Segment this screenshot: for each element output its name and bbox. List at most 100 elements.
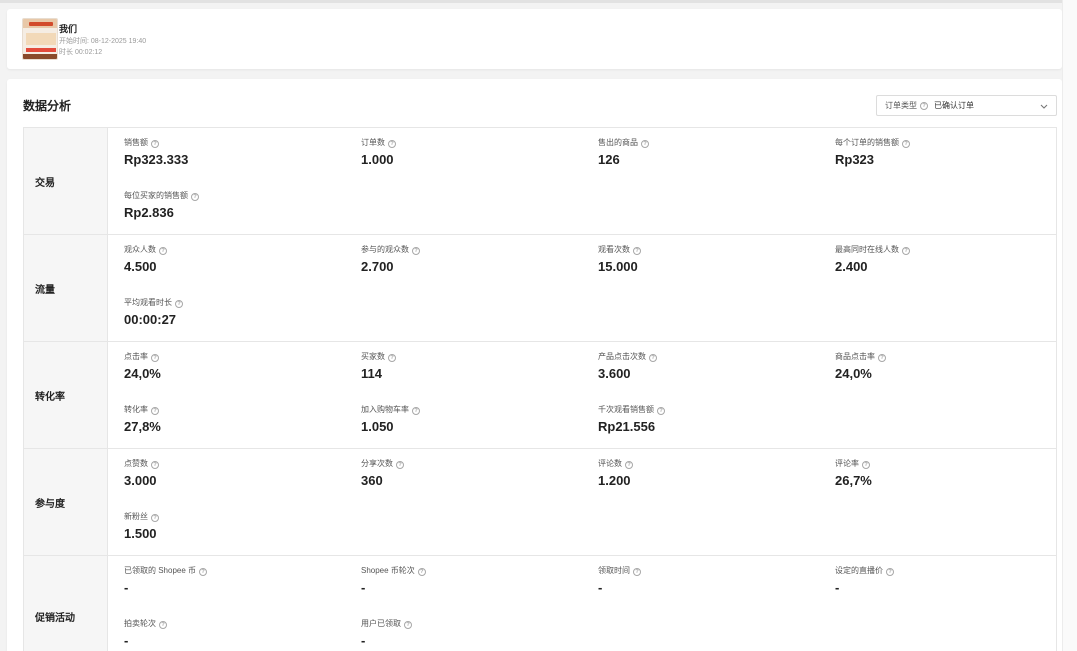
question-circle-icon[interactable]: ? xyxy=(151,354,159,362)
order-type-label: 订单类型 xyxy=(885,101,917,110)
metric-label: 分享次数 xyxy=(361,459,393,468)
metric-label: 售出的商品 xyxy=(598,138,638,147)
metric-label: 点击率 xyxy=(124,352,148,361)
question-circle-icon[interactable]: ? xyxy=(657,407,665,415)
question-circle-icon[interactable]: ? xyxy=(151,514,159,522)
metric-comments: 评论数? 1.200 xyxy=(598,458,818,488)
metric-value: - xyxy=(361,580,366,595)
question-circle-icon[interactable]: ? xyxy=(175,300,183,308)
question-circle-icon[interactable]: ? xyxy=(404,621,412,629)
question-circle-icon[interactable]: ? xyxy=(649,354,657,362)
metric-auction-rounds: 拍卖轮次? - xyxy=(124,618,344,648)
metric-product-clicks: 产品点击次数? 3.600 xyxy=(598,351,818,381)
question-circle-icon[interactable]: ? xyxy=(388,354,396,362)
question-circle-icon[interactable]: ? xyxy=(886,568,894,576)
question-circle-icon[interactable]: ? xyxy=(878,354,886,362)
section-transaction: 交易 销售额? Rp323.333 订单数? 1.000 售出的商品? 126 每个订… xyxy=(24,128,1056,235)
metric-label: 观众人数 xyxy=(124,245,156,254)
metric-coins-claimed: 已领取的 Shopee 币? - xyxy=(124,565,344,595)
section-label: 促销活动 xyxy=(24,556,108,651)
metric-label: 设定的直播价 xyxy=(835,566,883,575)
stream-title: 我们 xyxy=(59,24,78,34)
metric-label: 平均观看时长 xyxy=(124,298,172,307)
question-circle-icon[interactable]: ? xyxy=(633,568,641,576)
metric-value: 00:00:27 xyxy=(124,312,177,327)
question-circle-icon[interactable]: ? xyxy=(191,193,199,201)
question-circle-icon[interactable]: ? xyxy=(902,140,910,148)
metric-label: 转化率 xyxy=(124,405,148,414)
metric-label: 已领取的 Shopee 币 xyxy=(124,566,197,575)
metric-value: 2.700 xyxy=(361,259,394,274)
metric-peak-concurrent: 最高同时在线人数? 2.400 xyxy=(835,244,1055,274)
metric-label: 拍卖轮次 xyxy=(124,619,156,628)
metric-engaged-viewers: 参与的观众数? 2.700 xyxy=(361,244,581,274)
question-circle-icon[interactable]: ? xyxy=(633,247,641,255)
metric-comment-rate: 评论率? 26,7% xyxy=(835,458,1055,488)
metric-coin-rounds: Shopee 币轮次? - xyxy=(361,565,581,595)
metric-label: 加入购物车率 xyxy=(361,405,409,414)
section-label: 参与度 xyxy=(24,449,108,555)
metric-label: 参与的观众数 xyxy=(361,245,409,254)
metric-click-rate: 点击率? 24,0% xyxy=(124,351,344,381)
metric-orders: 订单数? 1.000 xyxy=(361,137,581,167)
metrics-table: 交易 销售额? Rp323.333 订单数? 1.000 售出的商品? 126 每个订… xyxy=(23,127,1057,651)
metric-value: 1.050 xyxy=(361,419,394,434)
metric-value: Rp323 xyxy=(835,152,875,167)
metric-label: 商品点击率 xyxy=(835,352,875,361)
question-circle-icon[interactable]: ? xyxy=(412,407,420,415)
metric-value: - xyxy=(835,580,840,595)
metric-value: Rp2.836 xyxy=(124,205,174,220)
metric-value: - xyxy=(124,580,129,595)
question-circle-icon[interactable]: ? xyxy=(641,140,649,148)
order-type-select[interactable]: 订单类型 ? 已确认订单 xyxy=(876,95,1057,116)
metric-sales-per-order: 每个订单的销售额? Rp323 xyxy=(835,137,1055,167)
metric-value: Rp21.556 xyxy=(598,419,656,434)
metric-claim-time: 领取时间? - xyxy=(598,565,818,595)
metric-new-followers: 新粉丝? 1.500 xyxy=(124,511,344,541)
metric-views: 观看次数? 15.000 xyxy=(598,244,818,274)
metric-label: 销售额 xyxy=(124,138,148,147)
order-type-value: 已确认订单 xyxy=(934,101,974,110)
stream-thumbnail[interactable] xyxy=(22,18,58,60)
question-circle-icon[interactable]: ? xyxy=(151,140,159,148)
metric-label: 评论数 xyxy=(598,459,622,468)
metric-label: 订单数 xyxy=(361,138,385,147)
question-circle-icon[interactable]: ? xyxy=(151,461,159,469)
metric-conversion-rate: 转化率? 27,8% xyxy=(124,404,344,434)
metric-label: 每个订单的销售额 xyxy=(835,138,899,147)
data-analysis-card: 数据分析 订单类型 ? 已确认订单 交易 销售额? Rp323.333 订单数? 1… xyxy=(7,79,1062,651)
metric-value: 3.000 xyxy=(124,473,157,488)
question-circle-icon[interactable]: ? xyxy=(417,568,426,576)
metric-label: Shopee 币轮次 xyxy=(361,566,415,575)
section-label: 转化率 xyxy=(24,342,108,448)
question-circle-icon[interactable]: ? xyxy=(412,247,420,255)
metric-label: 千次观看销售额 xyxy=(598,405,654,414)
metric-sales-per-mille: 千次观看销售额? Rp21.556 xyxy=(598,404,818,434)
metric-value: 24,0% xyxy=(835,366,872,381)
metric-value: 26,7% xyxy=(835,473,872,488)
metric-value: 4.500 xyxy=(124,259,157,274)
question-circle-icon[interactable]: ? xyxy=(199,568,208,576)
question-circle-icon[interactable]: ? xyxy=(388,140,396,148)
metric-value: 1.200 xyxy=(598,473,631,488)
section-conversion: 转化率 点击率? 24,0% 买家数? 114 产品点击次数? 3.600 商品点击率… xyxy=(24,342,1056,449)
section-engagement: 参与度 点赞数? 3.000 分享次数? 360 评论数? 1.200 评论率? 26,… xyxy=(24,449,1056,556)
scrollbar-track[interactable] xyxy=(1062,0,1077,651)
metric-value: 24,0% xyxy=(124,366,161,381)
metric-label: 领取时间 xyxy=(598,566,630,575)
metric-sales: 销售额? Rp323.333 xyxy=(124,137,344,167)
metric-buyers: 买家数? 114 xyxy=(361,351,581,381)
question-circle-icon[interactable]: ? xyxy=(862,461,870,469)
metric-label: 产品点击次数 xyxy=(598,352,646,361)
question-circle-icon[interactable]: ? xyxy=(396,461,404,469)
question-circle-icon[interactable]: ? xyxy=(159,621,167,629)
metric-add-to-cart-rate: 加入购物车率? 1.050 xyxy=(361,404,581,434)
stream-info-card: 我们 开始时间: 08-12-2025 19:40 时长 00:02:12 xyxy=(7,9,1062,69)
metric-value: - xyxy=(124,633,129,648)
question-circle-icon[interactable]: ? xyxy=(902,247,910,255)
question-circle-icon[interactable]: ? xyxy=(625,461,633,469)
question-circle-icon[interactable]: ? xyxy=(159,247,167,255)
question-circle-icon[interactable]: ? xyxy=(151,407,159,415)
metric-value: Rp323.333 xyxy=(124,152,189,167)
metric-label: 每位买家的销售额 xyxy=(124,191,188,200)
